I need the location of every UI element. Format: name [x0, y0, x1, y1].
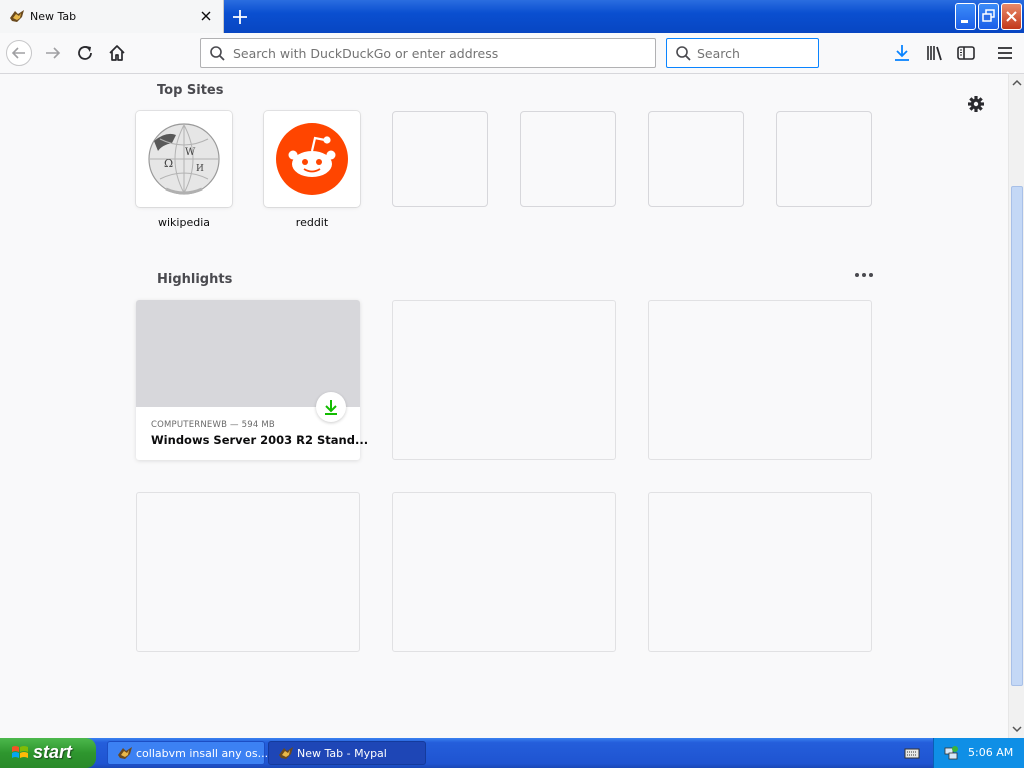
card-meta: COMPUTERNEWB — 594 MB: [151, 420, 275, 430]
system-tray: 5:06 AM: [933, 738, 1024, 768]
mypal-icon: [279, 747, 293, 759]
wikipedia-globe-icon: Ω W И: [148, 123, 220, 195]
start-label: start: [33, 742, 73, 762]
top-site-label: wikipedia: [157, 216, 210, 229]
window-close-button[interactable]: [1001, 3, 1022, 30]
card-badge: [316, 392, 346, 422]
top-site-label: reddit: [295, 216, 329, 229]
reddit-alien-icon: [276, 123, 348, 195]
arrow-left-icon: [11, 47, 25, 59]
mypal-icon: [10, 10, 24, 22]
taskbar: start collabvm insall any os... New Tab …: [0, 738, 1024, 768]
new-tab-page: Top Sites Ω W И wikipedia reddit Highlig…: [0, 74, 1008, 738]
reload-icon[interactable]: [72, 40, 98, 66]
taskbar-item[interactable]: collabvm insall any os...: [107, 741, 269, 765]
top-site-placeholder: [776, 111, 872, 207]
clock: 5:06 AM: [968, 746, 1014, 759]
highlights-heading: Highlights: [157, 272, 233, 287]
title-bar: New Tab: [0, 0, 1024, 33]
download-icon: [325, 400, 337, 415]
minimize-icon: [961, 20, 968, 23]
back-button[interactable]: [6, 40, 32, 66]
highlight-placeholder: [648, 492, 872, 652]
highlight-card[interactable]: COMPUTERNEWB — 594 MB Windows Server 200…: [136, 300, 368, 460]
close-icon: [1006, 11, 1017, 22]
hamburger-menu-icon[interactable]: [992, 40, 1018, 66]
windows-flag-icon: [12, 746, 28, 758]
sidebar-icon[interactable]: [953, 40, 979, 66]
card-title: Windows Server 2003 R2 Stand...: [151, 433, 369, 447]
mypal-icon: [118, 747, 132, 759]
vertical-scrollbar[interactable]: [1008, 74, 1024, 738]
taskbar-item-label: New Tab - Mypal: [297, 747, 387, 760]
svg-text:Ω: Ω: [164, 157, 173, 170]
tab-title: New Tab: [30, 10, 77, 23]
top-site-placeholder: [648, 111, 744, 207]
gear-icon[interactable]: [966, 94, 986, 114]
taskbar-item[interactable]: New Tab - Mypal: [268, 741, 426, 765]
highlight-placeholder: [648, 300, 872, 460]
new-tab-button[interactable]: [229, 6, 251, 28]
svg-text:И: И: [196, 164, 204, 174]
close-icon[interactable]: [198, 8, 214, 24]
scroll-up-icon[interactable]: [1010, 76, 1024, 90]
card-thumbnail: [136, 300, 360, 407]
tab-new-tab[interactable]: New Tab: [0, 0, 224, 33]
arrow-right-icon[interactable]: [40, 40, 66, 66]
network-icon[interactable]: [943, 745, 959, 761]
top-sites-heading: Top Sites: [157, 83, 224, 98]
keyboard-icon[interactable]: [904, 746, 920, 760]
taskbar-item-label: collabvm insall any os...: [136, 747, 269, 760]
home-icon[interactable]: [104, 40, 130, 66]
search-icon: [676, 46, 691, 61]
top-site-placeholder: [520, 111, 616, 207]
more-options-icon[interactable]: [853, 270, 875, 280]
scroll-down-icon[interactable]: [1010, 722, 1024, 736]
highlight-placeholder: [136, 492, 360, 652]
top-site-reddit[interactable]: [264, 111, 360, 207]
address-bar[interactable]: [200, 38, 656, 68]
highlight-placeholder: [392, 492, 616, 652]
scrollbar-thumb[interactable]: [1011, 186, 1023, 686]
highlight-placeholder: [392, 300, 616, 460]
minimize-button[interactable]: [955, 3, 976, 30]
navigation-toolbar: [0, 33, 1024, 74]
library-icon[interactable]: [922, 40, 948, 66]
search-bar[interactable]: [666, 38, 819, 68]
url-input[interactable]: [233, 43, 643, 63]
svg-text:W: W: [185, 147, 196, 158]
top-site-wikipedia[interactable]: Ω W И: [136, 111, 232, 207]
search-icon: [210, 46, 225, 61]
start-button[interactable]: start: [0, 738, 96, 768]
restore-icon: [982, 9, 995, 22]
search-input[interactable]: [697, 43, 812, 63]
restore-button[interactable]: [978, 3, 999, 30]
top-site-placeholder: [392, 111, 488, 207]
downloads-icon[interactable]: [889, 40, 915, 66]
